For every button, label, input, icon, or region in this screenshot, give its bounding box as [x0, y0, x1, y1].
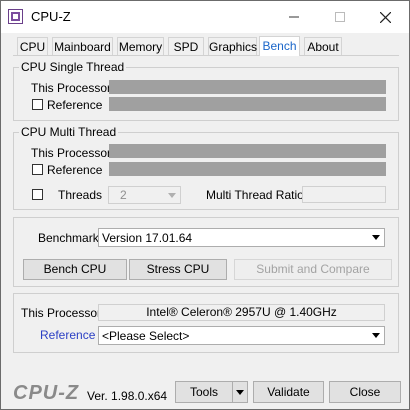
single-this-processor-label: This Processor [31, 81, 112, 95]
single-reference-label: Reference [47, 98, 103, 112]
single-reference-bar [109, 97, 386, 111]
stress-cpu-button[interactable]: Stress CPU [129, 259, 227, 280]
benchmark-label: Benchmark [38, 231, 99, 245]
threads-label: Threads [58, 188, 103, 202]
tools-dropdown-button[interactable] [232, 381, 248, 403]
processor-this-label: This Processor [21, 306, 102, 320]
processor-name-value: Intel® Celeron® 2957U @ 1.40GHz [146, 305, 337, 319]
close-icon [379, 11, 391, 23]
tab-cpu[interactable]: CPU [17, 37, 48, 55]
multi-thread-ratio-field [302, 186, 386, 203]
tools-button[interactable]: Tools [175, 381, 233, 403]
single-thread-title: CPU Single Thread [19, 60, 127, 74]
benchmark-version-value: Version 17.01.64 [102, 231, 193, 245]
multi-reference-bar [109, 162, 386, 176]
reference-chevron-down-icon [368, 327, 384, 344]
reference-select[interactable]: <Please Select> [98, 326, 385, 345]
multi-reference-checkbox[interactable] [32, 164, 43, 175]
tools-chevron-down-icon [236, 390, 244, 395]
submit-and-compare-button[interactable]: Submit and Compare [234, 259, 392, 280]
minimize-button[interactable] [271, 1, 317, 33]
tab-spd[interactable]: SPD [168, 37, 204, 55]
tab-bench[interactable]: Bench [259, 36, 300, 56]
threads-value: 2 [120, 188, 127, 202]
close-button[interactable]: Close [329, 381, 401, 403]
tab-memory[interactable]: Memory [117, 37, 164, 55]
multi-reference-label: Reference [47, 163, 103, 177]
tab-mainboard[interactable]: Mainboard [52, 37, 113, 55]
threads-chevron-down-icon [164, 187, 180, 203]
multi-this-processor-label: This Processor [31, 146, 112, 160]
maximize-icon [335, 12, 345, 22]
reference-select-value: <Please Select> [102, 329, 190, 343]
threads-checkbox[interactable] [32, 189, 43, 200]
multi-thread-title: CPU Multi Thread [19, 125, 119, 139]
single-reference-checkbox[interactable] [32, 99, 43, 110]
processor-name-field: Intel® Celeron® 2957U @ 1.40GHz [98, 304, 385, 321]
benchmark-version-select[interactable]: Version 17.01.64 [98, 228, 385, 247]
tab-graphics[interactable]: Graphics [208, 37, 257, 55]
version-text: Ver. 1.98.0.x64 [87, 389, 168, 403]
processor-reference-label: Reference [40, 328, 96, 342]
single-this-processor-bar [109, 80, 386, 94]
minimize-icon [289, 16, 299, 18]
close-window-button[interactable] [362, 1, 408, 33]
title-bar[interactable]: CPU-Z [1, 1, 409, 33]
maximize-button[interactable] [317, 1, 363, 33]
threads-select[interactable]: 2 [108, 186, 181, 204]
multi-this-processor-bar [109, 144, 386, 158]
multi-thread-ratio-label: Multi Thread Ratio [206, 188, 304, 202]
benchmark-chevron-down-icon [368, 229, 384, 246]
cpuz-window: CPU-Z CPU Mainboard Memory SPD Graphics … [0, 0, 410, 410]
cpuz-app-icon [8, 9, 23, 24]
window-title: CPU-Z [31, 9, 71, 24]
validate-button[interactable]: Validate [253, 381, 324, 403]
bench-cpu-button[interactable]: Bench CPU [23, 259, 127, 280]
tab-about[interactable]: About [304, 37, 342, 55]
cpuz-logo: CPU-Z [13, 382, 80, 404]
